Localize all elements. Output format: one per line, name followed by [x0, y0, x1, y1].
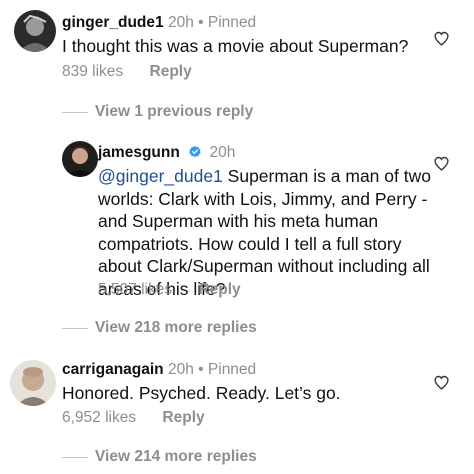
comment-meta: ginger_dude1 20h • Pinned	[62, 14, 256, 32]
mention-link[interactable]: @ginger_dude1	[98, 166, 223, 186]
view-replies-label: View 218 more replies	[95, 319, 257, 336]
reply-button[interactable]: Reply	[198, 281, 240, 298]
comment-time: 20h	[209, 144, 236, 161]
comment-text: Honored. Psyched. Ready. Let’s go.	[62, 383, 341, 403]
heart-outline-icon[interactable]	[433, 155, 450, 172]
avatar[interactable]	[10, 360, 56, 406]
comment-text-line: compatriots. How could I tell a full sto…	[98, 233, 402, 254]
thread-line	[62, 327, 88, 329]
reply-button[interactable]: Reply	[162, 409, 204, 426]
avatar-image	[14, 10, 56, 52]
avatar-image	[10, 360, 56, 406]
view-replies-label: View 1 previous reply	[95, 103, 254, 120]
view-previous-replies[interactable]: View 1 previous reply	[62, 103, 253, 121]
comments-page: ginger_dude1 20h • Pinned I thought this…	[0, 0, 474, 474]
avatar[interactable]	[62, 141, 98, 177]
pinned-label: Pinned	[207, 14, 257, 31]
comment-actions: 5,507 likes Reply	[98, 281, 263, 299]
comment-text-line: Superman is a man of two	[222, 166, 431, 186]
heart-outline-icon[interactable]	[433, 374, 450, 391]
comment-username[interactable]: carriganagain	[62, 361, 164, 378]
thread-line	[62, 456, 88, 458]
avatar[interactable]	[14, 10, 56, 52]
comment-actions: 6,952 likes Reply	[62, 409, 227, 427]
comment-username[interactable]: jamesgunn	[98, 144, 180, 161]
avatar-image	[62, 141, 98, 177]
comment-text-line: and Superman with his meta human	[98, 211, 379, 232]
comment-text: I thought this was a movie about Superma…	[62, 36, 409, 56]
comment-username[interactable]: ginger_dude1	[62, 14, 164, 31]
view-more-replies[interactable]: View 214 more replies	[62, 448, 257, 466]
comment-time: 20h	[167, 14, 194, 31]
heart-outline-icon[interactable]	[433, 30, 450, 47]
comment-meta: carriganagain 20h • Pinned	[62, 361, 256, 379]
separator: •	[198, 361, 204, 378]
like-count[interactable]: 5,507 likes	[98, 281, 172, 298]
comment-time: 20h	[167, 361, 194, 378]
separator: •	[198, 14, 204, 31]
view-more-replies[interactable]: View 218 more replies	[62, 319, 257, 337]
pinned-label: Pinned	[207, 361, 257, 378]
like-count[interactable]: 6,952 likes	[62, 409, 136, 426]
reply-button[interactable]: Reply	[150, 63, 192, 80]
thread-line	[62, 111, 88, 113]
comment-meta: jamesgunn 20h	[98, 144, 235, 164]
comment-actions: 839 likes Reply	[62, 63, 214, 81]
comment-text-line: about Clark/Superman without including a…	[98, 256, 430, 277]
like-count[interactable]: 839 likes	[62, 63, 123, 80]
comment-text-line: worlds: Clark with Lois, Jimmy, and Perr…	[98, 188, 428, 209]
verified-badge-icon	[188, 145, 202, 164]
view-replies-label: View 214 more replies	[95, 448, 257, 465]
